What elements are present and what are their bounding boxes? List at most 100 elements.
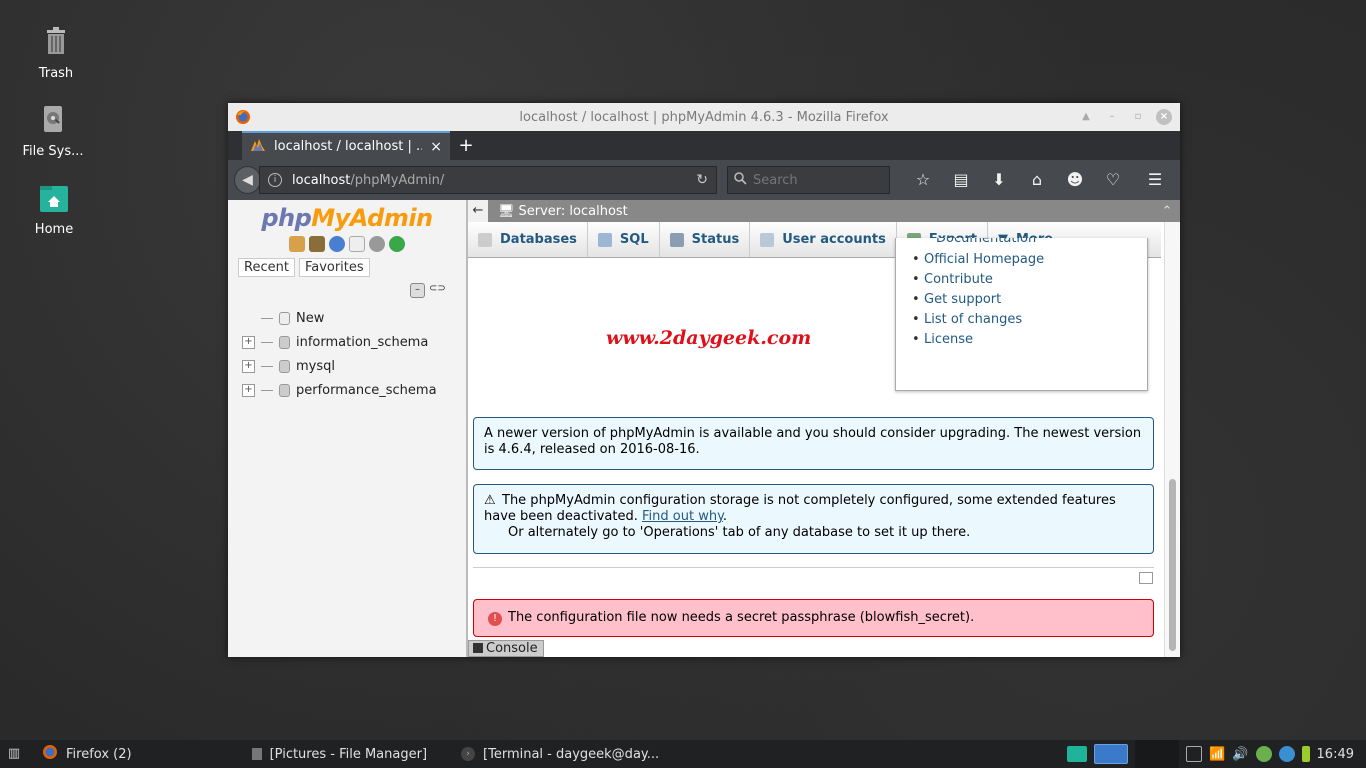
updates-icon[interactable] (1255, 746, 1272, 762)
clock[interactable]: 16:49 (1317, 747, 1354, 762)
window-title: localhost / localhost | phpMyAdmin 4.6.3… (519, 109, 889, 125)
url-text: localhost/phpMyAdmin/ (292, 172, 445, 188)
page-settings-icon[interactable] (1139, 572, 1153, 584)
downloads-icon[interactable]: ⬇ (980, 166, 1018, 194)
expand-icon[interactable]: + (242, 335, 255, 349)
sync-icon[interactable] (1278, 746, 1295, 762)
pocket-icon[interactable]: ♡ (1094, 166, 1132, 194)
link-get-support[interactable]: Get support (896, 292, 1147, 312)
firefox-icon (235, 109, 251, 129)
arrow-left-icon: ◀ (242, 172, 253, 188)
workspace-3-icon[interactable] (1135, 740, 1180, 768)
recent-tables-button[interactable]: Recent (238, 258, 295, 277)
error-icon: ! (488, 612, 502, 626)
desktop-icon-trash[interactable]: Trash (16, 26, 96, 81)
link-with-main-icon[interactable]: ⊂⊃ (429, 283, 446, 298)
volume-icon[interactable]: 🔊 (1232, 747, 1248, 762)
pma-main-panel: ← 🖥 Server: localhost ⌃ Databases SQL St… (468, 200, 1180, 657)
link-license[interactable]: License (896, 332, 1147, 352)
navigation-toolbar: ◀ i localhost/phpMyAdmin/ ↻ ☆ ▤ ⬇ ⌂ ☻ ♡ … (228, 160, 1180, 200)
pma-quick-icons (228, 236, 466, 252)
taskbar: ▥ Firefox (2) [Pictures - File Manager] … (0, 740, 1366, 768)
trash-icon (39, 26, 73, 60)
desktop-icon-home[interactable]: Home (14, 182, 94, 237)
applications-menu-icon[interactable]: ▥ (0, 740, 28, 768)
browser-tab-active[interactable]: localhost / localhost | ... × (242, 131, 450, 160)
tree-item-new[interactable]: New (242, 306, 462, 330)
home-icon[interactable] (289, 236, 305, 252)
clipboard-icon[interactable] (1186, 746, 1203, 762)
battery-icon[interactable] (1301, 746, 1310, 762)
menu-sql[interactable]: SQL (588, 222, 660, 257)
window-titlebar[interactable]: localhost / localhost | phpMyAdmin 4.6.3… (228, 103, 1180, 131)
page-scrollbar[interactable] (1164, 222, 1180, 657)
workspace-1-icon[interactable] (1067, 746, 1088, 762)
menu-databases[interactable]: Databases (468, 222, 588, 257)
window-close-button[interactable]: × (1156, 109, 1172, 125)
new-tab-button[interactable]: + (450, 131, 482, 160)
docs-icon[interactable] (349, 236, 365, 252)
window-minimize-button[interactable]: – (1104, 109, 1120, 125)
divider (473, 567, 1154, 568)
wifi-icon[interactable]: 📶 (1209, 747, 1225, 762)
search-input[interactable] (753, 172, 883, 188)
sql-icon (597, 232, 612, 247)
toggle-nav-arrow-icon[interactable]: ← (468, 200, 488, 222)
home-icon[interactable]: ⌂ (1018, 166, 1056, 194)
link-contribute[interactable]: Contribute (896, 272, 1147, 292)
collapse-all-icon[interactable]: – (410, 283, 425, 298)
collapse-menu-icon[interactable]: ⌃ (1154, 204, 1180, 219)
find-out-why-link[interactable]: Find out why (642, 509, 723, 524)
database-icon (279, 335, 290, 349)
help-icon[interactable] (329, 236, 345, 252)
page-content: phpMyAdmin Recent Favorites – ⊂⊃ New + i… (228, 200, 1180, 657)
database-tree: New + information_schema + mysql + perfo… (242, 306, 462, 402)
expand-icon[interactable]: + (242, 383, 255, 397)
menu-status[interactable]: Status (660, 222, 751, 257)
bookmarks-library-icon[interactable]: ▤ (942, 166, 980, 194)
task-terminal[interactable]: › [Terminal - daygeek@day... (453, 747, 667, 762)
tree-item-database[interactable]: + information_schema (242, 330, 462, 354)
firefox-window: localhost / localhost | phpMyAdmin 4.6.3… (228, 103, 1180, 657)
phpmyadmin-favicon (250, 138, 266, 156)
reload-icon[interactable]: ↻ (696, 172, 708, 188)
drive-icon (36, 104, 70, 138)
task-firefox[interactable]: Firefox (2) (34, 744, 140, 764)
desktop-icon-filesystem[interactable]: File Sys... (13, 104, 93, 159)
back-button[interactable]: ◀ (234, 166, 262, 194)
window-shade-button[interactable]: ▲ (1078, 109, 1094, 125)
database-icon (478, 232, 492, 247)
watermark: www.2daygeek.com (606, 327, 812, 349)
window-maximize-button[interactable]: ▫ (1130, 109, 1146, 125)
pma-logo[interactable]: phpMyAdmin (228, 204, 466, 232)
server-label[interactable]: Server: localhost (519, 204, 1154, 219)
link-list-of-changes[interactable]: List of changes (896, 312, 1147, 332)
console-toggle[interactable]: Console (468, 640, 544, 657)
console-icon (473, 643, 483, 653)
scrollbar-thumb[interactable] (1169, 479, 1176, 651)
tree-item-database[interactable]: + mysql (242, 354, 462, 378)
favorite-tables-button[interactable]: Favorites (298, 258, 370, 277)
search-bar[interactable] (727, 166, 890, 194)
emoji-icon[interactable]: ☻ (1056, 166, 1094, 194)
desktop-icon-label: File Sys... (22, 144, 84, 159)
reload-icon[interactable] (389, 236, 405, 252)
link-official-homepage[interactable]: Official Homepage (896, 252, 1147, 272)
settings-gear-icon[interactable] (369, 236, 385, 252)
tab-close-icon[interactable]: × (430, 139, 442, 155)
task-file-manager[interactable]: [Pictures - File Manager] (244, 747, 435, 762)
warning-icon: ⚠ (484, 493, 496, 508)
expand-icon[interactable]: + (242, 359, 255, 373)
status-chart-icon (669, 232, 684, 247)
users-icon (760, 232, 775, 247)
menu-user-accounts[interactable]: User accounts (750, 222, 897, 257)
bookmark-star-icon[interactable]: ☆ (904, 166, 942, 194)
url-bar[interactable]: i localhost/phpMyAdmin/ ↻ (259, 166, 717, 194)
workspace-2-icon[interactable] (1094, 744, 1129, 764)
tab-title: localhost / localhost | ... (274, 139, 423, 154)
logout-icon[interactable] (309, 236, 325, 252)
tree-item-database[interactable]: + performance_schema (242, 378, 462, 402)
hamburger-menu-icon[interactable]: ☰ (1136, 166, 1174, 194)
documentation-link-cut[interactable]: Documentation (936, 238, 1147, 246)
info-icon[interactable]: i (268, 173, 283, 187)
